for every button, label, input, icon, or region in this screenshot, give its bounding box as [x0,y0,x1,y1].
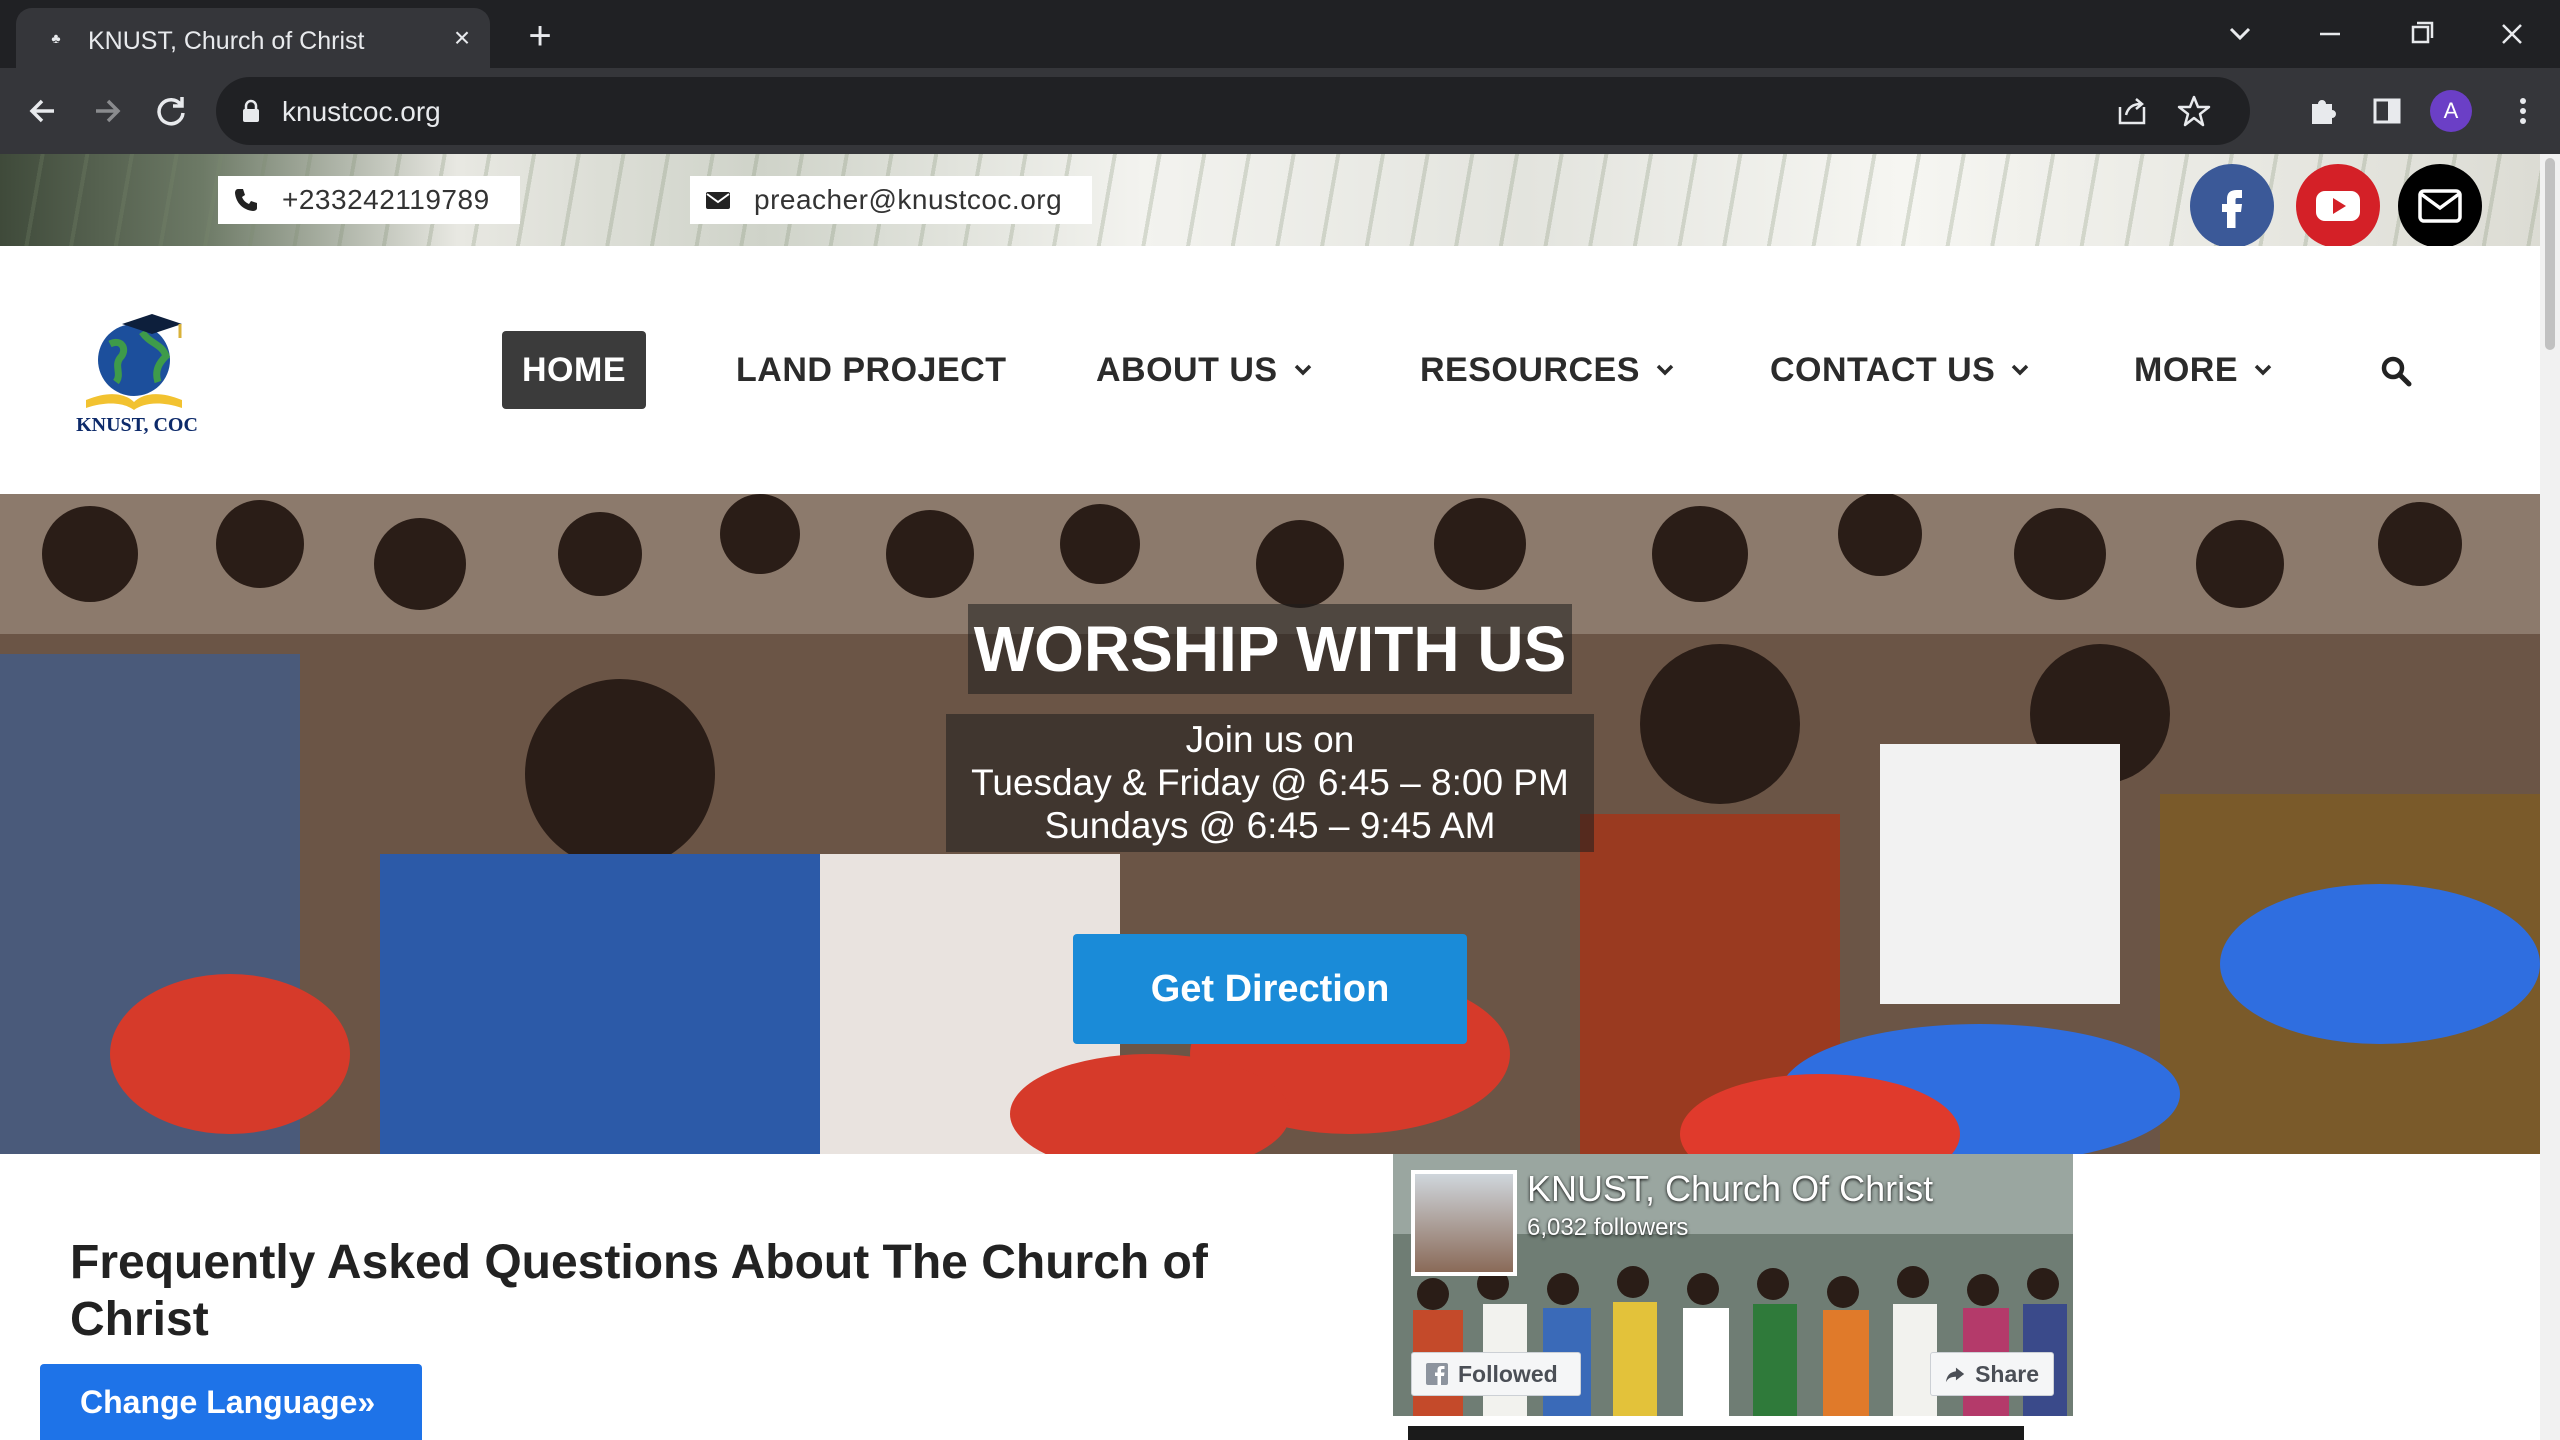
share-arrow-icon [1945,1367,1965,1383]
phone-number[interactable]: +233242119789 [282,184,490,216]
nav-more[interactable]: MORE [2134,331,2272,409]
chevron-down-icon [2254,364,2272,376]
hero-line-join: Join us on [1185,719,1355,760]
hero-schedule-box: Join us on Tuesday & Friday @ 6:45 – 8:0… [946,714,1594,852]
chevron-down-icon [1294,364,1311,376]
facebook-button[interactable] [2190,164,2274,248]
logo-text: KNUST, COC [76,414,198,434]
lock-icon[interactable] [240,99,262,123]
restore-window-icon[interactable] [2392,10,2452,58]
knust-coc-logo[interactable]: KNUST, COC [70,304,204,434]
browser-tab[interactable]: ♣ KNUST, Church of Christ × [16,8,490,68]
hero-title: WORSHIP WITH US [973,613,1567,685]
facebook-f-icon [1426,1363,1448,1385]
address-bar[interactable]: knustcoc.org [216,77,2250,145]
scrollbar-thumb[interactable] [2545,158,2555,350]
facebook-feed-preview [1408,1426,2024,1440]
hero-line-sunday: Sundays @ 6:45 – 9:45 AM [1044,805,1496,846]
page-scrollbar[interactable] [2540,154,2560,1440]
facebook-icon [2222,190,2242,228]
side-panel-icon[interactable] [2364,88,2410,134]
nav-land-project[interactable]: LAND PROJECT [736,331,1006,409]
nav-home[interactable]: HOME [502,331,646,409]
mail-icon [2418,189,2462,223]
mail-button[interactable] [2398,164,2482,248]
nav-resources-label: RESOURCES [1420,350,1640,389]
nav-resources[interactable]: RESOURCES [1420,331,1674,409]
nav-about-us-label: ABOUT US [1096,350,1278,389]
top-contact-bar: +233242119789 preacher@knustcoc.org [0,154,2540,248]
email-address[interactable]: preacher@knustcoc.org [754,184,1062,216]
envelope-icon [706,192,730,209]
reload-icon[interactable] [148,88,194,134]
nav-contact-us[interactable]: CONTACT US [1770,331,2029,409]
phone-icon [235,189,257,211]
youtube-icon [2316,191,2360,221]
profile-avatar[interactable]: A [2430,90,2472,132]
minimize-window-icon[interactable] [2300,10,2360,58]
forward-arrow-icon[interactable] [84,88,130,134]
phone-contact[interactable]: +233242119789 [218,176,520,224]
bookmark-star-icon[interactable] [2176,93,2212,129]
nav-about-us[interactable]: ABOUT US [1096,331,1312,409]
facebook-followers-count: 6,032 followers [1527,1214,1689,1241]
extensions-puzzle-icon[interactable] [2300,88,2346,134]
followed-label: Followed [1458,1360,1558,1387]
browser-toolbar: knustcoc.org A [0,68,2560,154]
youtube-button[interactable] [2296,164,2380,248]
tab-search-icon[interactable] [2210,10,2270,58]
share-button[interactable]: Share [1930,1352,2054,1396]
web-page: +233242119789 preacher@knustcoc.org KNUS… [0,154,2540,1440]
site-header: KNUST, COC HOME LAND PROJECT ABOUT US RE… [0,246,2540,494]
chevron-down-icon [2012,364,2029,376]
browser-tab-strip: ♣ KNUST, Church of Christ × + [0,0,2560,68]
hero-line-weekday: Tuesday & Friday @ 6:45 – 8:00 PM [971,762,1569,803]
facebook-page-name[interactable]: KNUST, Church Of Christ [1527,1168,1933,1210]
facebook-page-thumbnail[interactable] [1411,1170,1517,1276]
facebook-page-widget[interactable]: KNUST, Church Of Christ 6,032 followers … [1393,1154,2073,1416]
tab-title: KNUST, Church of Christ [88,27,365,55]
share-icon[interactable] [2114,93,2150,129]
change-language-button[interactable]: Change Language» [40,1364,422,1440]
site-favicon-icon: ♣ [51,30,61,46]
chevron-down-icon [1656,364,1674,376]
nav-home-label: HOME [522,350,626,389]
faq-heading: Frequently Asked Questions About The Chu… [70,1236,1208,1346]
browser-menu-icon[interactable] [2500,88,2546,134]
url-text[interactable]: knustcoc.org [282,96,441,128]
get-direction-button[interactable]: Get Direction [1073,934,1467,1044]
email-contact[interactable]: preacher@knustcoc.org [690,176,1092,224]
tab-close-icon[interactable]: × [444,20,480,56]
nav-more-label: MORE [2134,350,2238,389]
share-label: Share [1975,1360,2039,1387]
back-arrow-icon[interactable] [20,88,66,134]
nav-contact-us-label: CONTACT US [1770,350,1996,389]
hero-banner: WORSHIP WITH US Join us on Tuesday & Fri… [0,494,2540,1154]
new-tab-button[interactable]: + [516,14,564,62]
hero-title-box: WORSHIP WITH US [968,604,1572,694]
close-window-icon[interactable] [2482,10,2542,58]
search-icon[interactable] [2380,355,2412,387]
followed-button[interactable]: Followed [1411,1352,1581,1396]
nav-land-project-label: LAND PROJECT [736,350,1007,389]
